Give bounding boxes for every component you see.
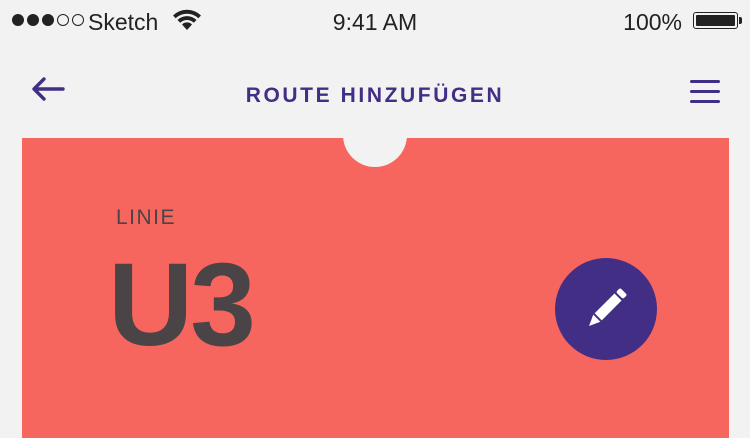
menu-line (690, 90, 720, 93)
line-label: LINIE (116, 206, 177, 229)
menu-line (690, 80, 720, 83)
battery-icon (693, 12, 742, 29)
battery-percent: 100% (623, 9, 682, 35)
ticket-notch (343, 103, 407, 167)
edit-button[interactable] (555, 258, 657, 360)
line-value: U3 (108, 239, 256, 371)
hamburger-menu-icon[interactable] (690, 80, 720, 103)
status-bar: Sketch 9:41 AM 100% (0, 0, 750, 44)
pencil-icon (589, 288, 627, 326)
menu-line (690, 100, 720, 103)
battery-fill (696, 15, 735, 26)
